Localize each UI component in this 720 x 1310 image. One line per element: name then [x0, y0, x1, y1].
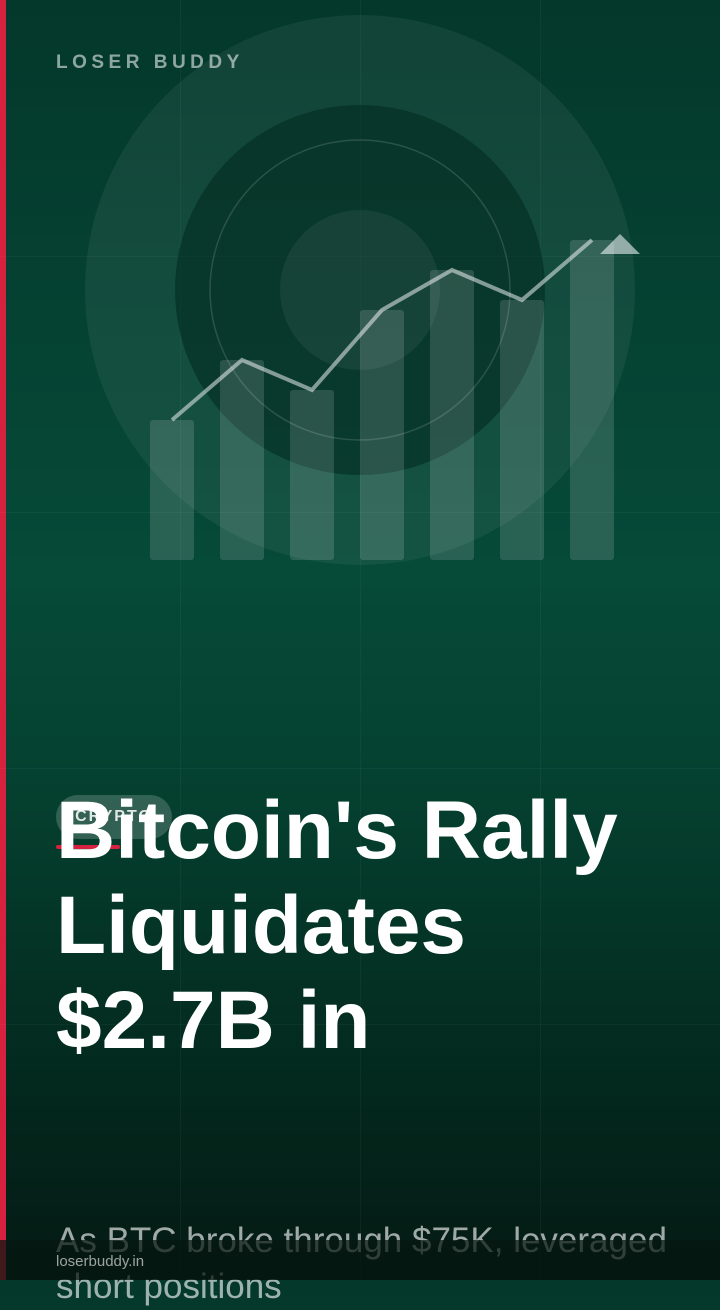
illustration-bar	[150, 420, 194, 560]
illustration-bar	[220, 360, 264, 560]
footer-domain[interactable]: loserbuddy.in	[56, 1253, 144, 1270]
illustration-bar	[290, 390, 334, 560]
headline: Bitcoin's Rally Liquidates $2.7B in	[56, 785, 618, 1066]
illustration-bar	[430, 270, 474, 560]
hero-chart-illustration	[85, 15, 640, 565]
illustration-bar	[500, 300, 544, 560]
illustration-bar	[570, 240, 614, 560]
illustration-bar	[360, 310, 404, 560]
grid-line	[0, 768, 720, 769]
